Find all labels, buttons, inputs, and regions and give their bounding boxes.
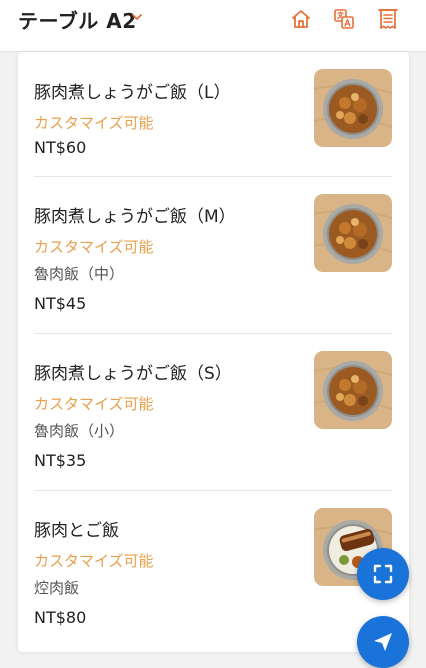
item-description: 焢肉飯 [34, 579, 80, 597]
food-image[interactable] [314, 194, 392, 272]
list-item[interactable]: 豚肉煮しょうがご飯（S） カスタマイズ可能 魯肉飯（小） NT$35 [34, 347, 392, 487]
item-name: 豚肉煮しょうがご飯（M） [34, 207, 236, 227]
item-name: 豚肉煮しょうがご飯（S） [34, 364, 232, 384]
item-name: 豚肉とご飯 [34, 521, 119, 541]
home-icon[interactable] [290, 8, 312, 30]
customizable-label: カスタマイズ可能 [34, 552, 154, 570]
item-price: NT$45 [34, 294, 87, 313]
table-title[interactable]: テーブル A2 [18, 5, 137, 34]
translate-icon[interactable] [333, 8, 355, 30]
item-price: NT$60 [34, 138, 87, 157]
item-price: NT$80 [34, 608, 87, 627]
receipt-icon[interactable] [377, 8, 399, 30]
scan-button[interactable] [357, 548, 409, 600]
item-description: 魯肉飯（中） [34, 265, 125, 283]
scan-icon [373, 564, 393, 584]
menu-list: 豚肉煮しょうがご飯（L） カスタマイズ可能 NT$60 豚肉煮しょうがご飯（M）… [18, 52, 409, 652]
divider [34, 176, 392, 177]
divider [34, 333, 392, 334]
send-button[interactable] [357, 616, 409, 668]
food-image[interactable] [314, 69, 392, 147]
list-item[interactable]: 豚肉煮しょうがご飯（L） カスタマイズ可能 NT$60 [34, 66, 392, 176]
top-bar: テーブル A2 [0, 0, 426, 52]
list-item[interactable]: 豚肉とご飯 カスタマイズ可能 焢肉飯 NT$80 [34, 504, 392, 644]
food-image[interactable] [314, 351, 392, 429]
send-icon [374, 633, 392, 651]
list-item[interactable]: 豚肉煮しょうがご飯（M） カスタマイズ可能 魯肉飯（中） NT$45 [34, 190, 392, 330]
customizable-label: カスタマイズ可能 [34, 395, 154, 413]
customizable-label: カスタマイズ可能 [34, 238, 154, 256]
divider [34, 490, 392, 491]
item-name: 豚肉煮しょうがご飯（L） [34, 83, 231, 103]
item-description: 魯肉飯（小） [34, 422, 125, 440]
item-price: NT$35 [34, 451, 87, 470]
chevron-down-icon[interactable] [130, 10, 144, 24]
customizable-label: カスタマイズ可能 [34, 114, 154, 132]
